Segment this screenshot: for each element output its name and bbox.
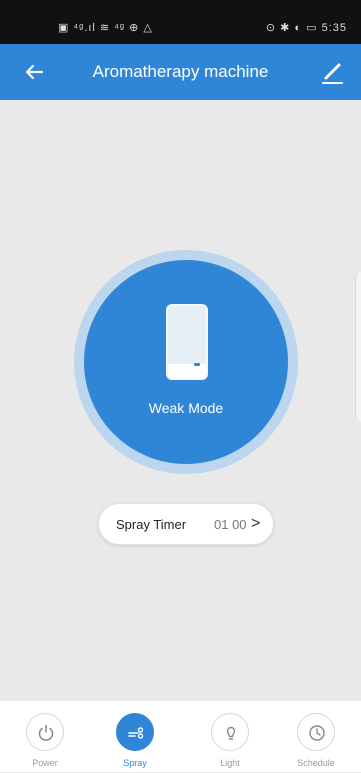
arrow-left-icon: [25, 64, 44, 80]
nav-schedule-circle: [297, 713, 335, 751]
power-icon: [38, 724, 54, 741]
back-button[interactable]: [20, 58, 48, 86]
bottom-nav: Power Spray Light Schedule: [0, 700, 361, 772]
pencil-icon: [322, 63, 343, 84]
spray-timer-label: Spray Timer: [116, 517, 187, 532]
nav-item-power[interactable]: Power: [0, 701, 90, 773]
nav-label-spray: Spray: [123, 758, 147, 768]
clock-icon: [309, 725, 325, 741]
page-title: Aromatherapy machine: [92, 62, 269, 81]
nav-power-circle: [26, 713, 64, 751]
spray-icon: [128, 727, 144, 739]
mode-label: Weak Mode: [148, 400, 224, 416]
nav-item-light[interactable]: Light: [185, 701, 275, 773]
status-bar: ▣ ⁴ᵍ.ıl ≋ ⁴ᵍ ⊕ △ ⊙ ✱ ◐ ▭ 5:35: [0, 0, 361, 44]
nav-label-power: Power: [32, 758, 58, 768]
diffuser-base: [168, 364, 206, 378]
nav-light-circle: [211, 713, 249, 751]
side-drawer-tab[interactable]: [355, 272, 361, 422]
chevron-right-icon: >: [251, 515, 261, 532]
diffuser-indicator: [194, 363, 200, 366]
spray-timer-button[interactable]: Spray Timer 01 00 >: [98, 503, 274, 545]
diffuser-device-icon: [166, 304, 208, 380]
spray-timer-value: 01 00: [214, 517, 247, 532]
nav-label-light: Light: [220, 758, 240, 768]
app-bar: Aromatherapy machine: [0, 44, 361, 100]
status-icons-left: ▣ ⁴ᵍ.ıl ≋ ⁴ᵍ ⊕ △: [58, 22, 153, 34]
bulb-icon: [226, 726, 236, 740]
nav-spray-circle: [116, 713, 154, 751]
main-content: Weak Mode Spray Timer 01 00 >: [0, 100, 361, 700]
edit-button[interactable]: [317, 56, 347, 88]
nav-item-schedule[interactable]: Schedule: [271, 701, 361, 773]
status-icons-right: ⊙ ✱ ◐ ▭ 5:35: [265, 22, 347, 34]
nav-item-spray[interactable]: Spray: [90, 701, 180, 773]
nav-label-schedule: Schedule: [297, 758, 335, 768]
mode-dial[interactable]: Weak Mode: [84, 260, 288, 464]
